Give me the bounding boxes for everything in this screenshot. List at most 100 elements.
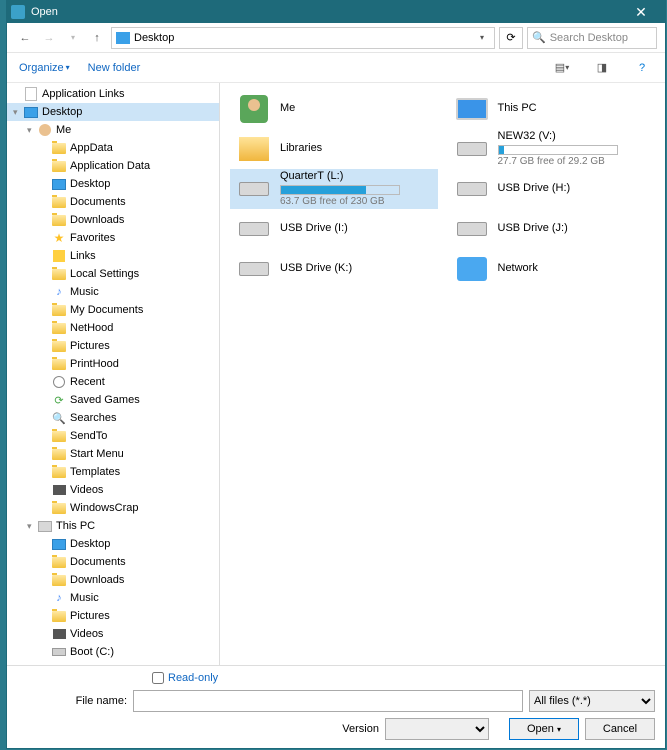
tree-item[interactable]: ♪Music (7, 283, 219, 301)
tree-item[interactable]: WindowsCrap (7, 499, 219, 517)
tree-item-label: Start Menu (70, 448, 124, 460)
file-item[interactable]: USB Drive (I:) (230, 209, 438, 249)
tree-item[interactable]: ⟳Saved Games (7, 391, 219, 409)
desktop-icon (23, 105, 39, 119)
recent-button[interactable]: ▾ (63, 28, 83, 48)
expand-icon[interactable]: ▾ (27, 521, 37, 532)
file-item[interactable]: Libraries (230, 129, 438, 169)
address-text: Desktop (134, 32, 470, 44)
nav-bar: ← → ▾ ↑ Desktop ▾ ⟳ 🔍 Search Desktop (7, 23, 665, 53)
up-button[interactable]: ↑ (87, 28, 107, 48)
tree-item[interactable]: Desktop (7, 175, 219, 193)
tree-item[interactable]: Application Links (7, 85, 219, 103)
tree-item[interactable]: ♪Music (7, 589, 219, 607)
file-item[interactable]: USB Drive (J:) (448, 209, 656, 249)
new-folder-button[interactable]: New folder (88, 62, 141, 74)
file-item[interactable]: USB Drive (H:) (448, 169, 656, 209)
folder-icon (51, 195, 67, 209)
preview-pane-button[interactable]: ◨ (591, 57, 613, 79)
tree-item[interactable]: Templates (7, 463, 219, 481)
folder-tree[interactable]: Application Links▾Desktop▾MeAppDataAppli… (7, 83, 220, 665)
item-label: QuarterT (L:) (280, 170, 434, 183)
tree-item[interactable]: SendTo (7, 427, 219, 445)
folder-icon (51, 321, 67, 335)
view-button[interactable]: ▤ ▾ (551, 57, 573, 79)
file-item[interactable]: Me (230, 89, 438, 129)
help-button[interactable]: ? (631, 57, 653, 79)
tree-item[interactable]: Documents (7, 193, 219, 211)
file-item[interactable]: Network (448, 249, 656, 289)
tree-item[interactable]: 🔍Searches (7, 409, 219, 427)
readonly-label[interactable]: Read-only (168, 672, 218, 684)
tree-item[interactable]: AppData (7, 139, 219, 157)
refresh-button[interactable]: ⟳ (499, 27, 523, 49)
tree-item-label: WindowsCrap (70, 502, 138, 514)
tree-item[interactable]: NetHood (7, 319, 219, 337)
file-list[interactable]: MeThis PCLibrariesNEW32 (V:)27.7 GB free… (220, 83, 665, 665)
drive-icon (51, 645, 67, 659)
version-label: Version (342, 723, 379, 735)
tree-item[interactable]: Desktop (7, 535, 219, 553)
folder-icon (51, 141, 67, 155)
star-icon: ★ (51, 231, 67, 245)
tree-item[interactable]: Recent (7, 373, 219, 391)
organize-button[interactable]: Organize ▾ (19, 62, 70, 74)
music-icon: ♪ (51, 591, 67, 605)
saved-icon: ⟳ (51, 393, 67, 407)
drive-icon (234, 173, 274, 205)
filetype-select[interactable]: All files (*.*) (529, 690, 655, 712)
tree-item-label: Boot (C:) (70, 646, 114, 658)
tree-item[interactable]: Downloads (7, 211, 219, 229)
desktop-icon (51, 537, 67, 551)
forward-button[interactable]: → (39, 28, 59, 48)
tree-item-label: Searches (70, 412, 116, 424)
tree-item-label: My Documents (70, 304, 143, 316)
tree-item[interactable]: Local Settings (7, 265, 219, 283)
titlebar[interactable]: Open ✕ (7, 1, 665, 23)
tree-item[interactable]: ▾This PC (7, 517, 219, 535)
file-item[interactable]: NEW32 (V:)27.7 GB free of 29.2 GB (448, 129, 656, 169)
folder-icon (51, 303, 67, 317)
tree-item-label: AppData (70, 142, 113, 154)
tree-item-label: Application Data (70, 160, 150, 172)
file-item[interactable]: USB Drive (K:) (230, 249, 438, 289)
search-input[interactable]: 🔍 Search Desktop (527, 27, 657, 49)
close-icon[interactable]: ✕ (621, 4, 661, 21)
tree-item[interactable]: Pictures (7, 337, 219, 355)
tree-item-label: Music (70, 286, 99, 298)
tree-item-label: Links (70, 250, 96, 262)
tree-item[interactable]: Videos (7, 481, 219, 499)
readonly-checkbox[interactable] (152, 672, 164, 684)
tree-item[interactable]: ★Favorites (7, 229, 219, 247)
tree-item[interactable]: ▾Me (7, 121, 219, 139)
tree-item[interactable]: PrintHood (7, 355, 219, 373)
back-button[interactable]: ← (15, 28, 35, 48)
open-button[interactable]: Open ▾ (509, 718, 579, 740)
tree-item-label: Favorites (70, 232, 115, 244)
expand-icon[interactable]: ▾ (13, 107, 23, 118)
tree-item-label: Templates (70, 466, 120, 478)
address-bar[interactable]: Desktop ▾ (111, 27, 495, 49)
tree-item[interactable]: Boot (C:) (7, 643, 219, 661)
item-label: USB Drive (H:) (498, 182, 652, 195)
tree-item[interactable]: Documents (7, 553, 219, 571)
tree-item[interactable]: Pictures (7, 607, 219, 625)
tree-item[interactable]: Links (7, 247, 219, 265)
tree-item[interactable]: Application Data (7, 157, 219, 175)
tree-item[interactable]: My Documents (7, 301, 219, 319)
footer: Read-only File name: All files (*.*) Ver… (7, 665, 665, 748)
file-item[interactable]: QuarterT (L:)63.7 GB free of 230 GB (230, 169, 438, 209)
filename-input[interactable] (133, 690, 523, 712)
file-item[interactable]: This PC (448, 89, 656, 129)
cancel-button[interactable]: Cancel (585, 718, 655, 740)
address-dropdown-icon[interactable]: ▾ (474, 33, 490, 42)
expand-icon[interactable]: ▾ (27, 125, 37, 136)
chevron-down-icon: ▾ (66, 63, 70, 72)
item-label: Network (498, 262, 652, 275)
tree-item[interactable]: ▾Desktop (7, 103, 219, 121)
version-select[interactable] (385, 718, 489, 740)
tree-item[interactable]: Start Menu (7, 445, 219, 463)
tree-item[interactable]: Videos (7, 625, 219, 643)
tree-item[interactable]: Downloads (7, 571, 219, 589)
tree-item-label: Downloads (70, 574, 124, 586)
